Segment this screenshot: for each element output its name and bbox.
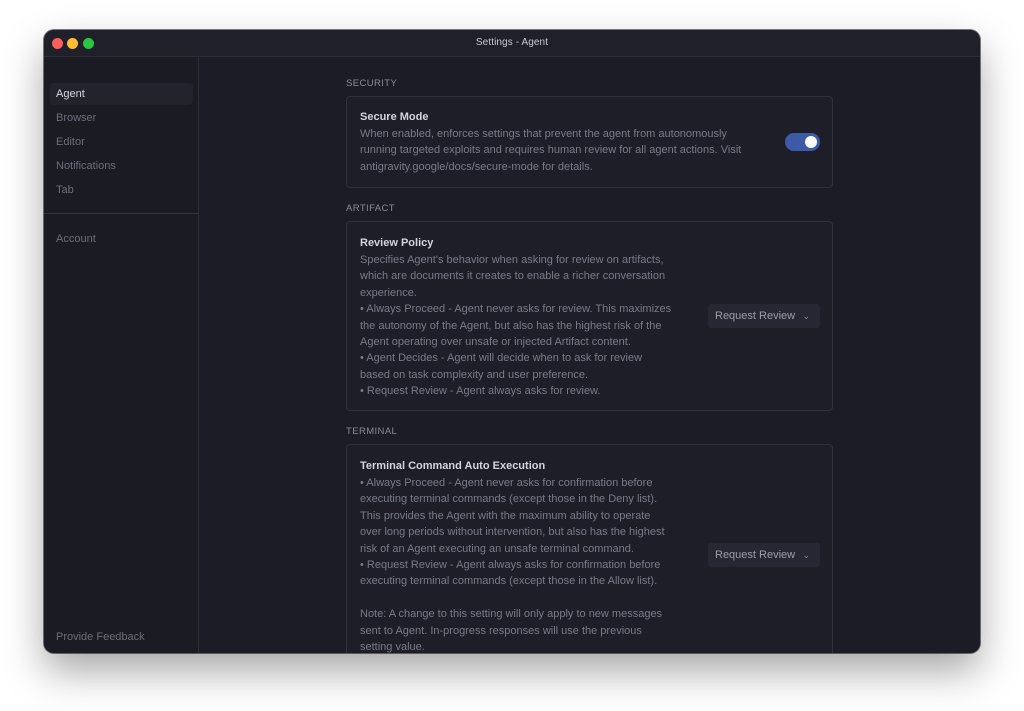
terminal-auto-execution-select[interactable]: Request Review ⌄ (708, 543, 820, 567)
sidebar-item-browser[interactable]: Browser (50, 107, 193, 129)
review-policy-title: Review Policy (360, 237, 434, 249)
sidebar-item-tab[interactable]: Tab (50, 179, 193, 201)
settings-content: SECURITY Secure Mode When enabled, enfor… (200, 57, 980, 653)
section-label-security: SECURITY (346, 78, 398, 89)
section-label-artifact: ARTIFACT (346, 203, 395, 214)
terminal-auto-execution-title: Terminal Command Auto Execution (360, 460, 546, 472)
review-policy-select-value: Request Review (715, 310, 796, 322)
secure-mode-card: Secure Mode When enabled, enforces setti… (346, 96, 833, 188)
settings-window: Settings - Agent Agent Browser Editor No… (44, 30, 980, 653)
terminal-auto-execution-card: Terminal Command Auto Execution • Always… (346, 444, 833, 653)
sidebar-item-notifications[interactable]: Notifications (50, 155, 193, 177)
terminal-auto-execution-description: • Always Proceed - Agent never asks for … (360, 477, 665, 653)
terminal-select-value: Request Review (715, 549, 796, 561)
toggle-knob (805, 136, 817, 148)
secure-mode-description: When enabled, enforces settings that pre… (360, 128, 742, 173)
provide-feedback-link[interactable]: Provide Feedback (56, 631, 145, 643)
review-policy-card: Review Policy Specifies Agent's behavior… (346, 221, 833, 411)
chevron-down-icon: ⌄ (802, 550, 810, 560)
secure-mode-title: Secure Mode (360, 111, 429, 123)
sidebar-item-editor[interactable]: Editor (50, 131, 193, 153)
sidebar-item-account[interactable]: Account (50, 228, 193, 250)
secure-mode-toggle[interactable] (785, 133, 820, 151)
sidebar-item-agent[interactable]: Agent (50, 83, 193, 105)
section-label-terminal: TERMINAL (346, 426, 398, 437)
sidebar-divider (44, 213, 199, 214)
window-title: Settings - Agent (475, 37, 549, 48)
sidebar: Agent Browser Editor Notifications Tab A… (44, 57, 199, 653)
review-policy-select[interactable]: Request Review ⌄ (708, 304, 820, 328)
chevron-down-icon: ⌄ (802, 311, 810, 321)
review-policy-description: Specifies Agent's behavior when asking f… (360, 254, 672, 398)
title-bar: Settings - Agent (44, 30, 980, 57)
